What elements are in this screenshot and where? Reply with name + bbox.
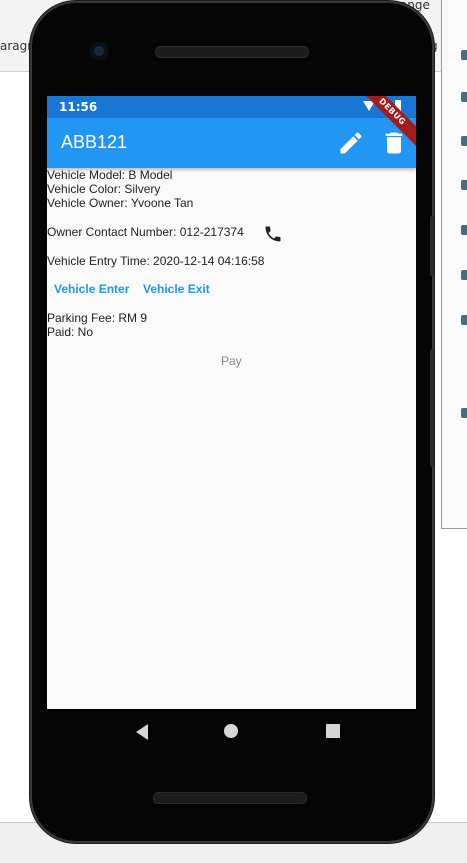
earpiece-speaker (155, 46, 309, 58)
app-screen: 11:56 ABB121 DEBUG Vehicle Model: B Mode… (47, 96, 416, 709)
phone-icon (265, 226, 281, 242)
vehicle-color: Vehicle Color: Silvery (47, 182, 161, 196)
android-nav-bar (47, 709, 416, 757)
app-bar: ABB121 (47, 118, 416, 168)
parking-fee: Parking Fee: RM 9 (47, 311, 148, 325)
panel-icon (461, 92, 467, 102)
back-icon[interactable] (136, 724, 148, 740)
volume-button (430, 349, 434, 467)
panel-icon (461, 225, 467, 235)
call-owner-button[interactable] (263, 224, 283, 244)
panel-icon (461, 136, 467, 146)
vehicle-owner: Vehicle Owner: Yvoone Tan (47, 196, 194, 210)
status-time: 11:56 (59, 100, 98, 114)
panel-icon (461, 408, 467, 418)
pencil-icon (340, 132, 362, 154)
panel-icon (461, 315, 467, 325)
vehicle-enter-button[interactable]: Vehicle Enter (54, 282, 129, 296)
paid-status: Paid: No (47, 325, 94, 339)
background-side-panel (441, 0, 467, 529)
recent-apps-icon[interactable] (326, 724, 340, 738)
panel-icon (461, 50, 467, 60)
vehicle-entry-time: Vehicle Entry Time: 2020-12-14 04:16:58 (47, 254, 265, 268)
owner-contact-number: Owner Contact Number: 012-217374 (47, 225, 244, 239)
edit-button[interactable] (337, 129, 365, 157)
phone-frame: 11:56 ABB121 DEBUG Vehicle Model: B Mode… (32, 3, 434, 841)
page-title: ABB121 (61, 132, 128, 152)
bottom-speaker (153, 792, 307, 804)
front-camera (90, 42, 108, 60)
pay-button[interactable]: Pay (221, 354, 242, 368)
panel-icon (461, 270, 467, 280)
vehicle-model: Vehicle Model: B Model (47, 168, 173, 182)
vehicle-exit-button[interactable]: Vehicle Exit (143, 282, 210, 296)
panel-icon (461, 180, 467, 190)
home-icon[interactable] (224, 724, 238, 738)
status-bar: 11:56 (47, 96, 416, 118)
power-button (430, 216, 434, 276)
